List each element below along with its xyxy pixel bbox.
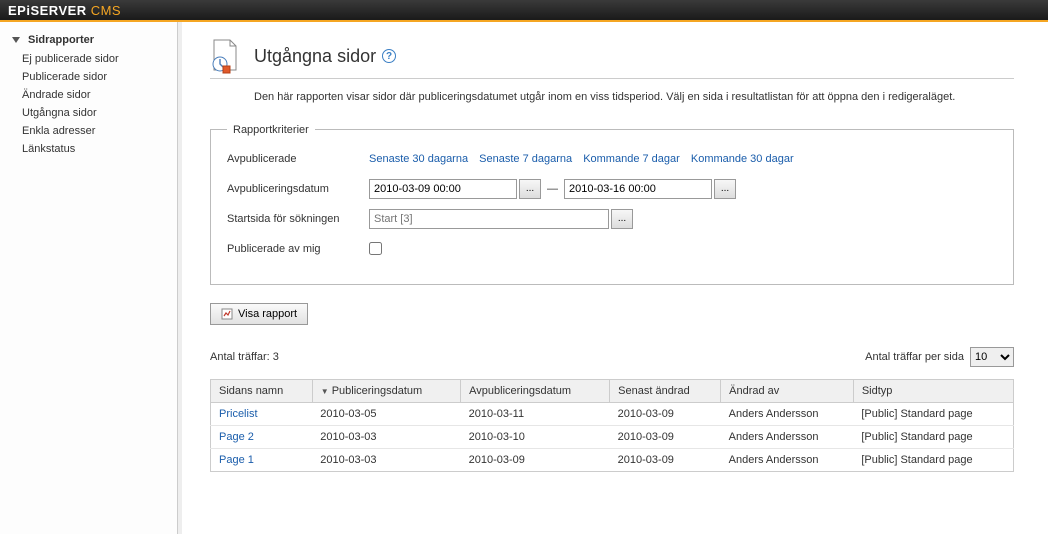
cell-type: [Public] Standard page <box>853 425 1013 448</box>
sidebar-header-label: Sidrapporter <box>28 34 94 46</box>
date-range-label: Avpubliceringsdatum <box>227 183 369 195</box>
cell-unpub: 2010-03-09 <box>461 448 610 471</box>
date-from-picker-button[interactable]: ... <box>519 179 541 199</box>
sort-desc-icon: ▼ <box>321 387 329 396</box>
main-content: Utgångna sidor ? Den här rapporten visar… <box>178 22 1048 534</box>
page-description: Den här rapporten visar sidor där public… <box>254 89 1014 106</box>
date-to-picker-button[interactable]: ... <box>714 179 736 199</box>
col-changed-by[interactable]: Ändrad av <box>721 379 854 402</box>
brand-suffix: CMS <box>91 3 121 18</box>
page-link[interactable]: Pricelist <box>219 408 258 420</box>
quick-links: Senaste 30 dagarna Senaste 7 dagarna Kom… <box>369 153 802 165</box>
cell-by: Anders Andersson <box>721 448 854 471</box>
sidebar-item-expired[interactable]: Utgångna sidor <box>0 104 177 122</box>
quick-link-next-7[interactable]: Kommande 7 dagar <box>583 153 680 165</box>
show-report-label: Visa rapport <box>238 308 297 320</box>
cell-changed: 2010-03-09 <box>610 448 721 471</box>
col-publish-date[interactable]: ▼Publiceringsdatum <box>312 379 460 402</box>
quick-link-last-7[interactable]: Senaste 7 dagarna <box>479 153 572 165</box>
criteria-legend: Rapportkriterier <box>227 124 315 136</box>
page-title: Utgångna sidor ? <box>254 46 396 67</box>
start-page-picker-button[interactable]: ... <box>611 209 633 229</box>
cell-by: Anders Andersson <box>721 425 854 448</box>
page-link[interactable]: Page 2 <box>219 431 254 443</box>
hits-count: Antal träffar: 3 <box>210 351 279 363</box>
help-icon[interactable]: ? <box>382 49 396 63</box>
chevron-down-icon <box>12 37 20 43</box>
sidebar-item-simple-addresses[interactable]: Enkla adresser <box>0 122 177 140</box>
date-to-input[interactable] <box>564 179 712 199</box>
criteria-fieldset: Rapportkriterier Avpublicerade Senaste 3… <box>210 124 1014 285</box>
table-row: Page 1 2010-03-03 2010-03-09 2010-03-09 … <box>211 448 1014 471</box>
sidebar-item-link-status[interactable]: Länkstatus <box>0 140 177 158</box>
date-range-dash: — <box>547 183 558 195</box>
col-unpublish-date[interactable]: Avpubliceringsdatum <box>461 379 610 402</box>
divider <box>210 78 1014 79</box>
cell-unpub: 2010-03-10 <box>461 425 610 448</box>
brand-logo: EPiSERVER CMS <box>8 3 121 18</box>
col-last-changed[interactable]: Senast ändrad <box>610 379 721 402</box>
cell-pub: 2010-03-03 <box>312 425 460 448</box>
per-page-label: Antal träffar per sida <box>865 351 964 363</box>
cell-changed: 2010-03-09 <box>610 402 721 425</box>
quick-link-last-30[interactable]: Senaste 30 dagarna <box>369 153 468 165</box>
col-page-name[interactable]: Sidans namn <box>211 379 313 402</box>
start-page-input[interactable] <box>369 209 609 229</box>
cell-type: [Public] Standard page <box>853 448 1013 471</box>
show-report-button[interactable]: Visa rapport <box>210 303 308 325</box>
quick-range-label: Avpublicerade <box>227 153 369 165</box>
per-page-select[interactable]: 10 <box>970 347 1014 367</box>
sidebar-item-unpublished[interactable]: Ej publicerade sidor <box>0 50 177 68</box>
published-by-me-checkbox[interactable] <box>369 242 382 255</box>
col-page-type[interactable]: Sidtyp <box>853 379 1013 402</box>
cell-changed: 2010-03-09 <box>610 425 721 448</box>
results-table: Sidans namn ▼Publiceringsdatum Avpublice… <box>210 379 1014 472</box>
cell-by: Anders Andersson <box>721 402 854 425</box>
brand-name: EPiSERVER <box>8 3 87 18</box>
cell-pub: 2010-03-05 <box>312 402 460 425</box>
report-icon <box>221 308 233 320</box>
quick-link-next-30[interactable]: Kommande 30 dagar <box>691 153 794 165</box>
top-bar: EPiSERVER CMS <box>0 0 1048 22</box>
page-report-icon <box>210 38 242 74</box>
date-from-input[interactable] <box>369 179 517 199</box>
page-link[interactable]: Page 1 <box>219 454 254 466</box>
table-row: Page 2 2010-03-03 2010-03-10 2010-03-09 … <box>211 425 1014 448</box>
sidebar-item-changed[interactable]: Ändrade sidor <box>0 86 177 104</box>
cell-unpub: 2010-03-11 <box>461 402 610 425</box>
cell-type: [Public] Standard page <box>853 402 1013 425</box>
sidebar-header[interactable]: Sidrapporter <box>0 30 177 50</box>
cell-pub: 2010-03-03 <box>312 448 460 471</box>
sidebar: Sidrapporter Ej publicerade sidor Public… <box>0 22 178 534</box>
start-page-label: Startsida för sökningen <box>227 213 369 225</box>
table-row: Pricelist 2010-03-05 2010-03-11 2010-03-… <box>211 402 1014 425</box>
published-by-me-label: Publicerade av mig <box>227 243 369 255</box>
sidebar-item-published[interactable]: Publicerade sidor <box>0 68 177 86</box>
